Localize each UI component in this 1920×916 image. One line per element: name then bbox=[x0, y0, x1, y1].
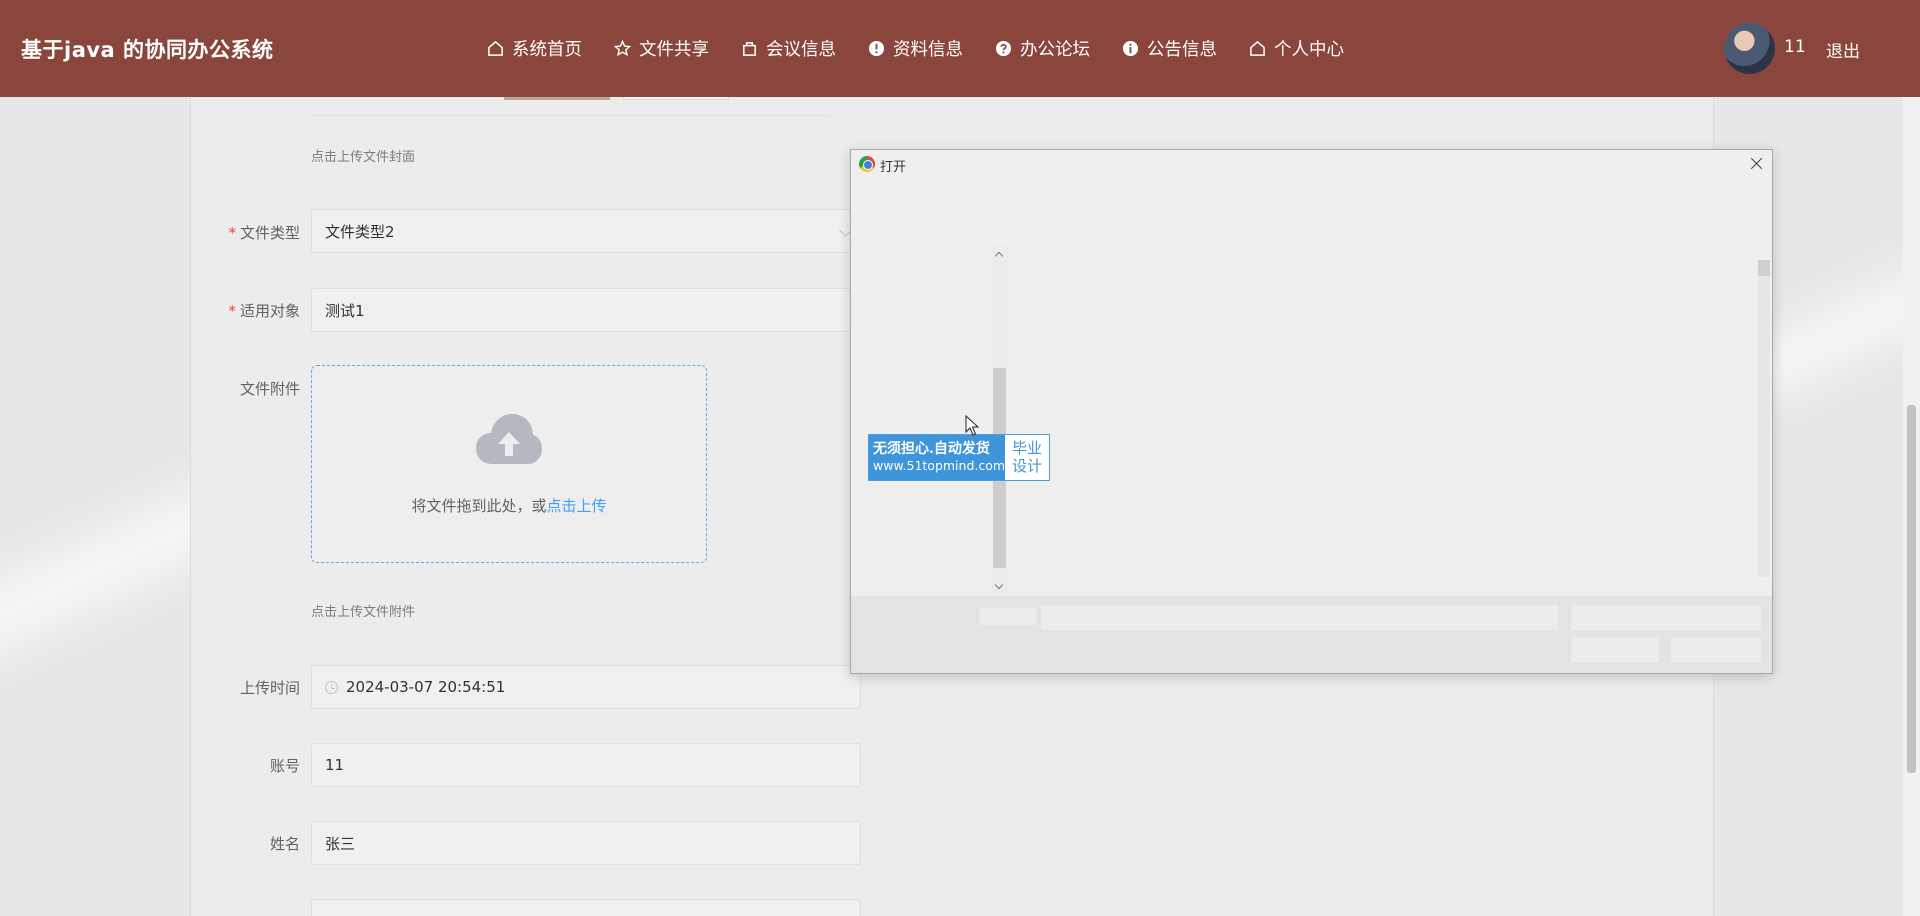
upload-time-label: 上传时间 bbox=[239, 679, 300, 697]
user-id: 11 bbox=[1784, 37, 1806, 57]
click-upload-link[interactable]: 点击上传 bbox=[547, 497, 607, 515]
nav-label: 系统首页 bbox=[512, 40, 582, 60]
file-type-label: * 文件类型 bbox=[228, 224, 300, 242]
ad-badge: 毕业设计 bbox=[1005, 435, 1049, 480]
logout-button[interactable]: 退出 bbox=[1826, 37, 1860, 62]
next-field-input[interactable] bbox=[311, 899, 861, 916]
target-input[interactable]: 测试1 bbox=[311, 288, 861, 332]
page-scrollbar[interactable] bbox=[1903, 0, 1920, 916]
file-list-scrollbar-thumb[interactable] bbox=[1758, 260, 1770, 276]
folder-pane-scrollbar[interactable] bbox=[991, 246, 1008, 595]
nav-item-file-share[interactable]: 文件共享 bbox=[613, 36, 709, 61]
attachment-dropzone[interactable]: 将文件拖到此处，或点击上传 bbox=[311, 365, 707, 563]
ad-text-block: 无须担心.自动发货 www.51topmind.com bbox=[869, 435, 1005, 480]
avatar[interactable] bbox=[1724, 23, 1775, 74]
cloud-upload-icon bbox=[476, 414, 542, 464]
upload-time-value: 2024-03-07 20:54:51 bbox=[346, 678, 506, 696]
nav-item-forum[interactable]: 办公论坛 bbox=[994, 36, 1090, 61]
nav-item-materials[interactable]: 资料信息 bbox=[867, 36, 963, 61]
open-file-dialog: 打开 无须担心.自动发货 www.51topmind.com 毕业设计 bbox=[850, 149, 1773, 674]
close-icon[interactable] bbox=[1747, 154, 1767, 174]
ad-line-1: 无须担心.自动发货 bbox=[873, 441, 990, 457]
name-label: 姓名 bbox=[269, 835, 300, 853]
info-icon bbox=[1121, 40, 1139, 58]
nav-label: 公告信息 bbox=[1147, 40, 1217, 60]
target-label: * 适用对象 bbox=[228, 302, 300, 320]
target-value: 测试1 bbox=[325, 301, 365, 320]
filename-input[interactable] bbox=[1041, 605, 1558, 630]
filename-label-placeholder bbox=[979, 608, 1037, 625]
divider bbox=[310, 115, 830, 116]
chrome-icon bbox=[859, 156, 875, 172]
dialog-footer bbox=[851, 596, 1772, 673]
nav-item-notice[interactable]: 公告信息 bbox=[1121, 36, 1217, 61]
nav-item-meeting[interactable]: 会议信息 bbox=[740, 36, 836, 61]
nav-item-profile[interactable]: 个人中心 bbox=[1248, 36, 1344, 61]
nav-label: 个人中心 bbox=[1274, 40, 1344, 60]
attachment-label: 文件附件 bbox=[239, 380, 300, 398]
open-button[interactable] bbox=[1571, 637, 1659, 662]
question-icon bbox=[994, 40, 1012, 58]
site-title: 基于java 的协同办公系统 bbox=[21, 38, 274, 62]
dialog-title: 打开 bbox=[880, 160, 907, 175]
file-type-select[interactable]: 文件类型2 bbox=[311, 209, 861, 253]
name-value: 张三 bbox=[325, 834, 356, 853]
upload-time-input[interactable]: 2024-03-07 20:54:51 bbox=[311, 665, 861, 709]
mouse-cursor-icon bbox=[965, 415, 979, 436]
file-list-scrollbar[interactable] bbox=[1758, 260, 1770, 577]
scroll-up-arrow-icon[interactable] bbox=[994, 251, 1004, 261]
top-navbar: 基于java 的协同办公系统 系统首页 文件共享 会议信息 资料信息 办公论坛 … bbox=[0, 0, 1920, 97]
nav-label: 办公论坛 bbox=[1020, 40, 1090, 60]
nav-label: 会议信息 bbox=[766, 40, 836, 60]
dropzone-text: 将文件拖到此处，或点击上传 bbox=[411, 497, 607, 515]
file-type-value: 文件类型2 bbox=[325, 222, 395, 241]
cancel-button[interactable] bbox=[1671, 637, 1761, 662]
nav-label: 文件共享 bbox=[639, 40, 709, 60]
cover-upload-hint: 点击上传文件封面 bbox=[311, 150, 416, 165]
account-label: 账号 bbox=[269, 757, 300, 775]
ad-line-2: www.51topmind.com bbox=[873, 458, 1006, 473]
watermark-ad: 无须担心.自动发货 www.51topmind.com 毕业设计 bbox=[868, 434, 1050, 481]
nav-item-home[interactable]: 系统首页 bbox=[486, 36, 582, 61]
page-scrollbar-thumb[interactable] bbox=[1907, 405, 1916, 773]
scroll-down-arrow-icon[interactable] bbox=[994, 580, 1004, 590]
name-input[interactable]: 张三 bbox=[311, 821, 861, 865]
main-nav: 系统首页 文件共享 会议信息 资料信息 办公论坛 公告信息 个人中心 bbox=[486, 0, 1375, 97]
bag-icon bbox=[740, 40, 758, 58]
account-input[interactable]: 11 bbox=[311, 743, 861, 787]
home-icon bbox=[486, 40, 504, 58]
nav-label: 资料信息 bbox=[893, 40, 963, 60]
clock-icon bbox=[325, 680, 338, 694]
attachment-hint: 点击上传文件附件 bbox=[311, 605, 416, 620]
account-value: 11 bbox=[325, 756, 345, 774]
alert-icon bbox=[867, 40, 885, 58]
star-icon bbox=[613, 40, 631, 58]
file-type-filter-select[interactable] bbox=[1571, 605, 1761, 630]
home-icon bbox=[1248, 40, 1266, 58]
